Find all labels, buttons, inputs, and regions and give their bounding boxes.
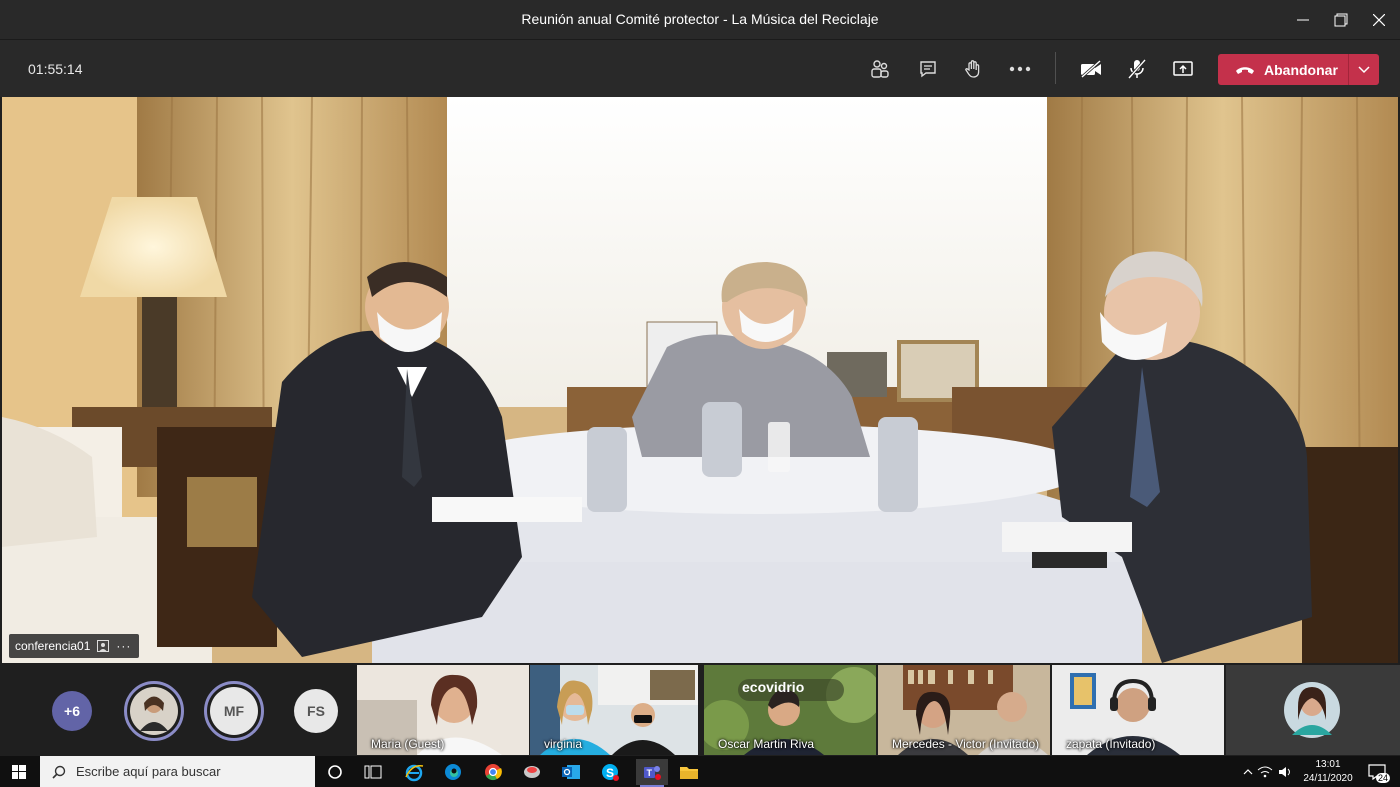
leave-options-dropdown[interactable]	[1348, 54, 1379, 85]
main-video-stage[interactable]	[2, 97, 1398, 663]
tile-label: Maria (Guest)	[371, 737, 445, 751]
pin-icon[interactable]	[97, 640, 110, 652]
leave-main[interactable]: Abandonar	[1218, 54, 1348, 85]
video-tile[interactable]: virginia	[530, 665, 698, 755]
participant-label: conferencia01	[15, 639, 91, 653]
video-tile[interactable]: ecovidrio Oscar Martin Riva	[704, 665, 876, 755]
self-avatar	[1284, 682, 1340, 738]
video-tile[interactable]: zapata (Invitado)	[1052, 665, 1224, 755]
toolbar-divider	[1055, 52, 1056, 84]
notification-center-icon[interactable]: 24	[1364, 759, 1390, 785]
window-title: Reunión anual Comité protector - La Músi…	[521, 11, 879, 27]
tile-label: zapata (Invitado)	[1066, 737, 1156, 751]
camera-off-icon[interactable]	[1077, 55, 1105, 83]
overflow-participants-button[interactable]: +6	[52, 691, 92, 731]
video-tile[interactable]: Maria (Guest)	[357, 665, 529, 755]
share-screen-icon[interactable]	[1169, 55, 1197, 83]
more-options-icon[interactable]: ···	[116, 639, 131, 653]
search-placeholder: Escribe aquí para buscar	[76, 764, 221, 779]
cortana-icon[interactable]	[322, 759, 348, 785]
participant-avatar-photo[interactable]	[124, 681, 184, 741]
participant-name-badge: conferencia01 ···	[9, 634, 140, 658]
participant-avatar-mf[interactable]: MF	[204, 681, 264, 741]
windows-taskbar: Escribe aquí para buscar S T 13:01 24/11…	[0, 756, 1400, 787]
initials-mf: MF	[210, 687, 258, 735]
maximize-icon[interactable]	[1322, 0, 1360, 39]
tile-label: Mercedes - Victor (Invitado)	[892, 737, 1040, 751]
hang-up-icon	[1236, 66, 1254, 74]
video-frame	[2, 97, 1398, 663]
system-clock[interactable]: 13:01 24/11/2020	[1300, 758, 1356, 786]
minimize-icon[interactable]	[1284, 0, 1322, 39]
taskbar-search-input[interactable]: Escribe aquí para buscar	[40, 756, 315, 787]
edge-icon[interactable]	[440, 759, 466, 785]
close-icon[interactable]	[1360, 0, 1398, 39]
microphone-off-icon[interactable]	[1123, 55, 1151, 83]
tile-label: virginia	[544, 737, 583, 751]
skype-icon[interactable]: S	[597, 759, 623, 785]
chrome-icon[interactable]	[480, 759, 506, 785]
svg-text:T: T	[647, 768, 653, 778]
volume-icon[interactable]	[1273, 759, 1299, 785]
participant-avatar-fs[interactable]: FS	[294, 689, 338, 733]
chevron-down-icon	[1358, 65, 1370, 73]
self-view-tile[interactable]	[1226, 665, 1400, 755]
meeting-toolbar: 01:55:14 Abandonar	[0, 39, 1400, 97]
internet-explorer-icon[interactable]	[401, 759, 427, 785]
file-explorer-icon[interactable]	[676, 759, 702, 785]
tile-label: Oscar Martin Riva	[718, 737, 815, 751]
windows-start-icon[interactable]	[6, 759, 32, 785]
task-view-icon[interactable]	[360, 759, 386, 785]
chat-icon[interactable]	[914, 55, 942, 83]
leave-label: Abandonar	[1264, 61, 1338, 78]
outlook-icon[interactable]	[558, 759, 584, 785]
meeting-timer: 01:55:14	[28, 61, 83, 77]
avatar	[130, 687, 178, 735]
leave-button[interactable]: Abandonar	[1218, 54, 1379, 85]
clock-time: 13:01	[1315, 759, 1341, 770]
raise-hand-icon[interactable]	[959, 55, 987, 83]
more-options-icon[interactable]	[1006, 55, 1034, 83]
search-icon	[52, 765, 66, 779]
teams-icon[interactable]: T	[636, 759, 668, 785]
video-tile[interactable]: Mercedes - Victor (Invitado)	[878, 665, 1050, 755]
participant-strip: +6 MF FS Maria (Guest) virginia ecovidri…	[0, 663, 1400, 756]
participants-icon[interactable]	[866, 55, 894, 83]
tile-sign-text: ecovidrio	[742, 679, 805, 695]
title-bar: Reunión anual Comité protector - La Músi…	[0, 0, 1400, 39]
app-icon[interactable]	[519, 759, 545, 785]
clock-date: 24/11/2020	[1303, 773, 1353, 784]
svg-text:S: S	[606, 766, 614, 780]
notification-count-badge: 24	[1375, 773, 1390, 783]
